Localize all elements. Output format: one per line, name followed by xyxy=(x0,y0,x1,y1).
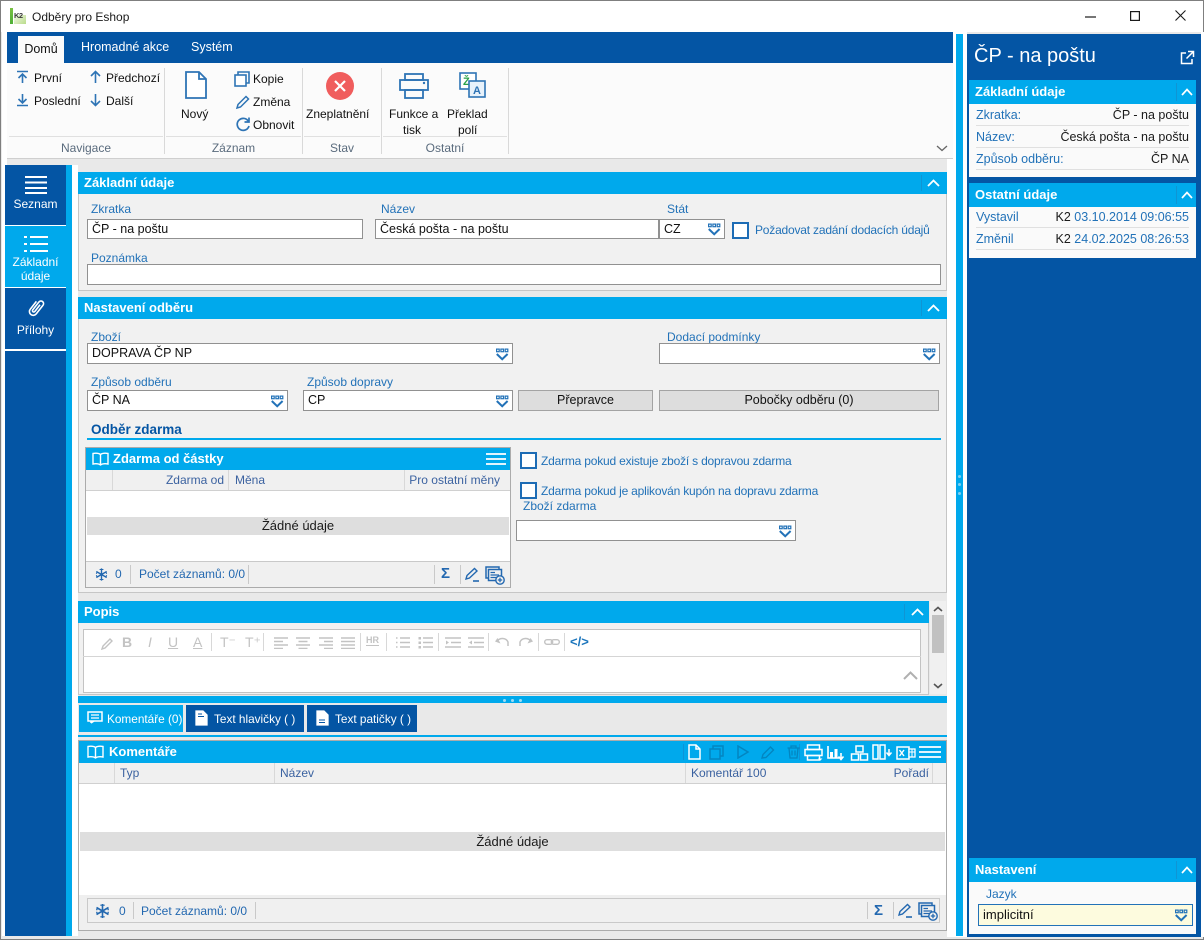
svg-text:A: A xyxy=(473,85,481,97)
